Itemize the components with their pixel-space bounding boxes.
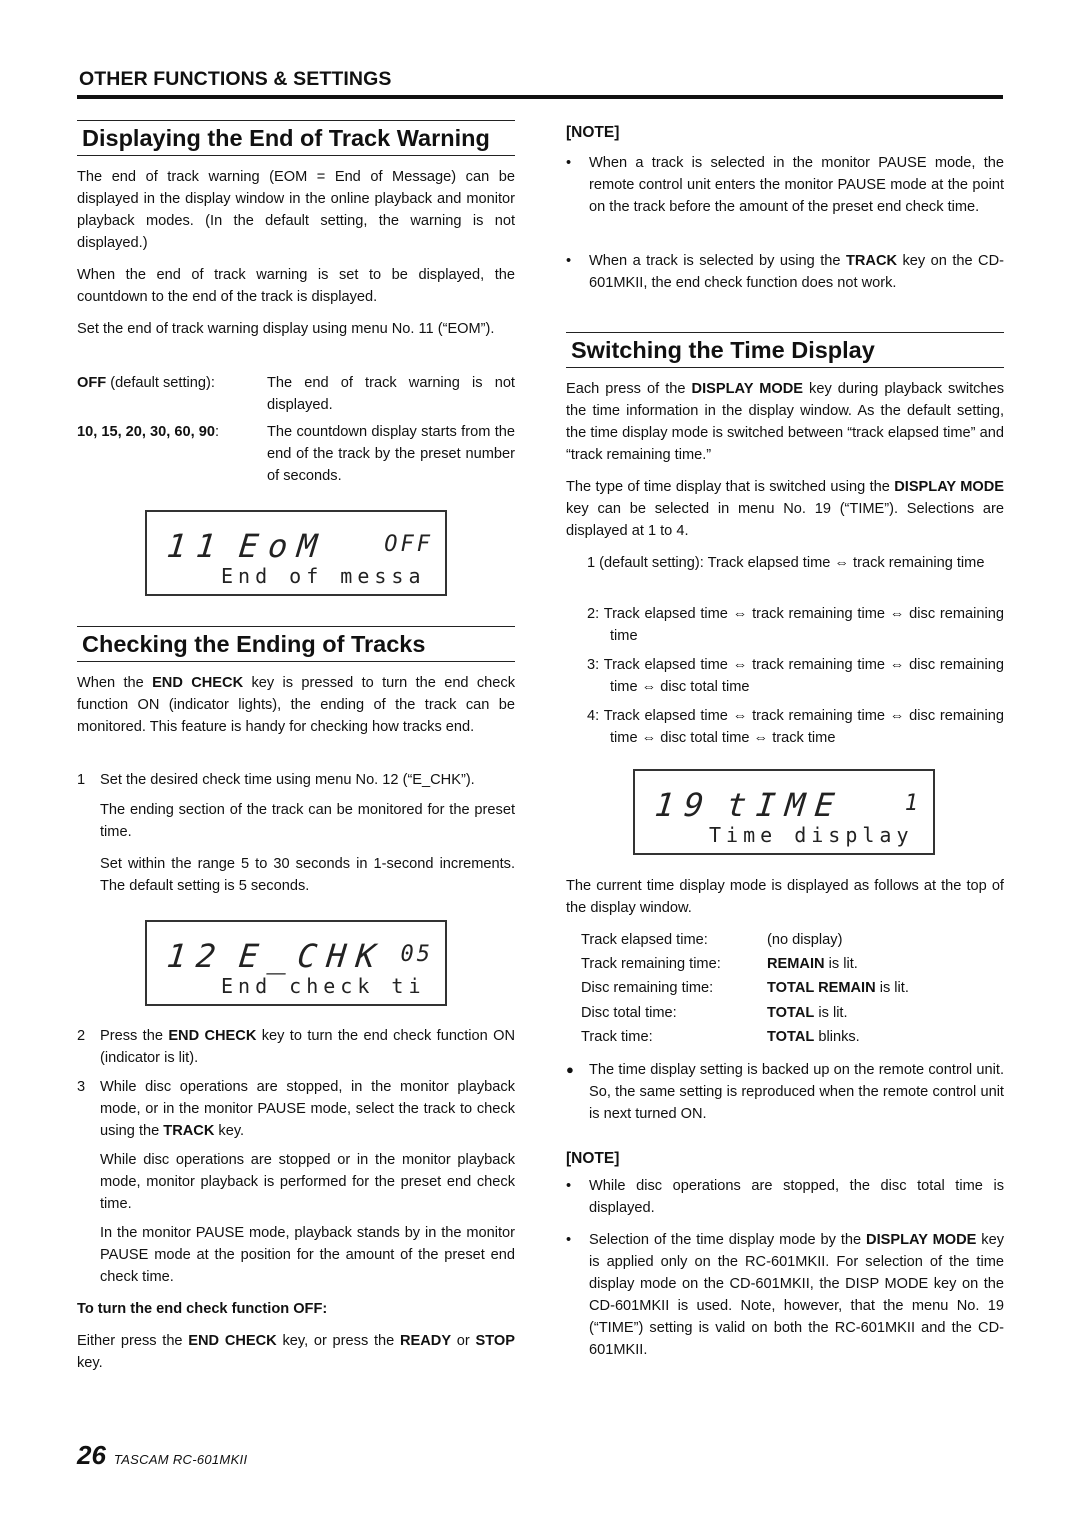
step-3-sub-1: While disc operations are stopped or in … [100,1152,515,1212]
lcd-value: OFF [384,532,433,557]
heading-end-check: Checking the Ending of Tracks [77,626,515,662]
bullet-icon: • [566,1232,572,1248]
lcd-menu-code: E_CHK [237,937,388,975]
lcd-value: 05 [400,942,433,967]
note-1-title: [NOTE] [566,124,620,141]
backup-note: ● The time display setting is backed up … [566,1059,1004,1125]
lcd-menu-code: EoM [237,527,329,565]
lcd-end-check: 12 E_CHK 05 End check ti [145,920,447,1006]
time-option-1: 1 (default setting): Track elapsed time … [587,555,985,571]
lcd-value: 1 [904,791,921,816]
lcd-menu-number: 19 [653,786,716,824]
eom-para-1: The end of track warning (EOM = End of M… [77,169,515,251]
header-rule [77,95,1003,99]
step-3-sub-2: In the monitor PAUSE mode, playback stan… [100,1225,515,1285]
time-para-2: The type of time display that is switche… [566,479,1005,539]
time-option-4: 4: Track elapsed time ⇔ track remaining … [587,708,1004,746]
note-1-bullet: • When a track is selected in the monito… [566,152,1004,218]
step-1: 1 Set the desired check time using menu … [77,772,475,788]
footer-model: TASCAM RC-601MKII [113,1452,248,1467]
time-para-3: The current time display mode is display… [566,878,1004,916]
lcd-caption: Time display [709,823,914,847]
step-3: 3 While disc operations are stopped, in … [77,1079,515,1139]
eom-option-seconds-key: 10, 15, 20, 30, 60, 90: [77,424,220,440]
eom-option-off-key: OFF (default setting): [77,375,215,391]
bullet-icon: • [566,155,572,171]
eom-para-2: When the end of track warning is set to … [77,267,515,305]
lcd-menu-code: tIME [725,786,847,824]
note-2-bullet: • Selection of the time display mode by … [566,1229,1004,1361]
heading-eom: Displaying the End of Track Warning [77,120,515,156]
end-check-intro: When the END CHECK key is pressed to tur… [77,675,516,735]
time-option-3: 3: Track elapsed time ⇔ track remaining … [587,657,1004,695]
lcd-menu-number: 12 [165,937,228,975]
step-2: 2 Press the END CHECK key to turn the en… [77,1028,516,1066]
note-2-title: [NOTE] [566,1150,620,1167]
lcd-time: 19 tIME 1 Time display [633,769,935,855]
page-footer: 26 TASCAM RC-601MKII [77,1440,247,1471]
lcd-eom: 11 EoM OFF End of messa [145,510,447,596]
page-number: 26 [77,1440,106,1470]
step-1-sub-2: Set within the range 5 to 30 seconds in … [100,856,515,894]
bullet-icon: ● [566,1062,574,1077]
lcd-caption: End check ti [221,974,426,998]
note-2-bullet: • While disc operations are stopped, the… [566,1175,1004,1219]
bullet-icon: • [566,1178,572,1194]
bullet-icon: • [566,253,572,269]
end-check-off-heading: To turn the end check function OFF: [77,1301,328,1317]
note-1-bullet: • When a track is selected by using the … [566,250,1004,294]
time-para-1: Each press of the DISPLAY MODE key durin… [566,381,1004,463]
eom-option-seconds-value: The countdown display starts from the en… [267,424,515,484]
end-check-off-text: Either press the END CHECK key, or press… [77,1333,515,1371]
time-option-2: 2: Track elapsed time ⇔ track remaining … [587,606,1004,644]
step-1-sub-1: The ending section of the track can be m… [100,802,515,840]
heading-time-display: Switching the Time Display [566,332,1004,368]
eom-option-off-value: The end of track warning is not displaye… [267,375,515,413]
section-header: OTHER FUNCTIONS & SETTINGS [79,68,392,90]
eom-para-3: Set the end of track warning display usi… [77,321,495,337]
lcd-caption: End of messa [221,564,426,588]
lcd-menu-number: 11 [165,527,228,565]
